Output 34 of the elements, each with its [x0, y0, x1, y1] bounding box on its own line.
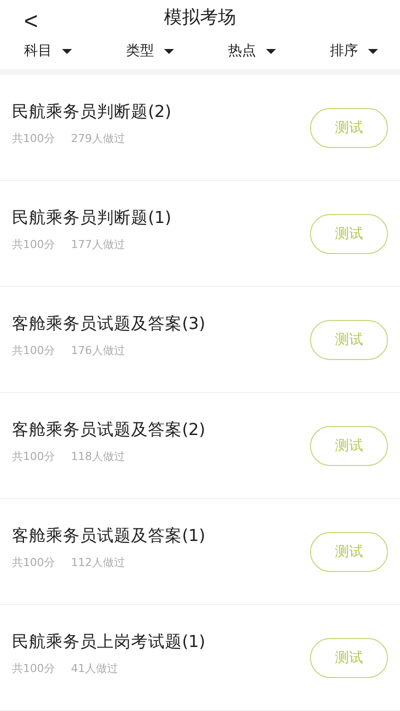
- exam-item[interactable]: 民航乘务员上岗考试题(1) 共100分 41人做过 测试: [0, 605, 400, 711]
- taken-count: 118人做过: [71, 449, 125, 464]
- caret-icon: [266, 48, 276, 54]
- exam-item[interactable]: 客舱乘务员试题及答案(1) 共100分 112人做过 测试: [0, 499, 400, 605]
- exam-title: 民航乘务员判断题(1): [12, 207, 172, 229]
- exam-score: 共100分: [12, 131, 55, 146]
- filter-dropdown[interactable]: 类型: [126, 42, 174, 60]
- exam-score: 共100分: [12, 449, 55, 464]
- exam-title: 民航乘务员上岗考试题(1): [12, 631, 206, 653]
- filter-dropdown[interactable]: 科目: [24, 42, 72, 60]
- exam-item[interactable]: 客舱乘务员试题及答案(3) 共100分 176人做过 测试: [0, 287, 400, 393]
- exam-score: 共100分: [12, 555, 55, 570]
- taken-count: 41人做过: [71, 661, 118, 676]
- exam-item[interactable]: 民航乘务员判断题(2) 共100分 279人做过 测试: [0, 75, 400, 181]
- exam-title: 民航乘务员判断题(2): [12, 101, 172, 123]
- exam-title: 客舱乘务员试题及答案(2): [12, 419, 206, 441]
- back-button[interactable]: <: [20, 8, 42, 36]
- exam-score: 共100分: [12, 343, 55, 358]
- caret-icon: [164, 48, 174, 54]
- page-title: 模拟考场: [164, 6, 236, 29]
- exam-score: 共100分: [12, 661, 55, 676]
- taken-count: 112人做过: [71, 555, 125, 570]
- exam-title: 客舱乘务员试题及答案(1): [12, 525, 206, 547]
- filter-dropdown[interactable]: 排序: [330, 42, 378, 60]
- exam-item[interactable]: 民航乘务员判断题(1) 共100分 177人做过 测试: [0, 181, 400, 287]
- filter-dropdown[interactable]: 热点: [228, 42, 276, 60]
- caret-icon: [62, 48, 72, 54]
- exam-score: 共100分: [12, 237, 55, 252]
- caret-icon: [368, 48, 378, 54]
- exam-title: 客舱乘务员试题及答案(3): [12, 313, 206, 335]
- taken-count: 176人做过: [71, 343, 125, 358]
- exam-item[interactable]: 客舱乘务员试题及答案(2) 共100分 118人做过 测试: [0, 393, 400, 499]
- taken-count: 279人做过: [71, 131, 125, 146]
- taken-count: 177人做过: [71, 237, 125, 252]
